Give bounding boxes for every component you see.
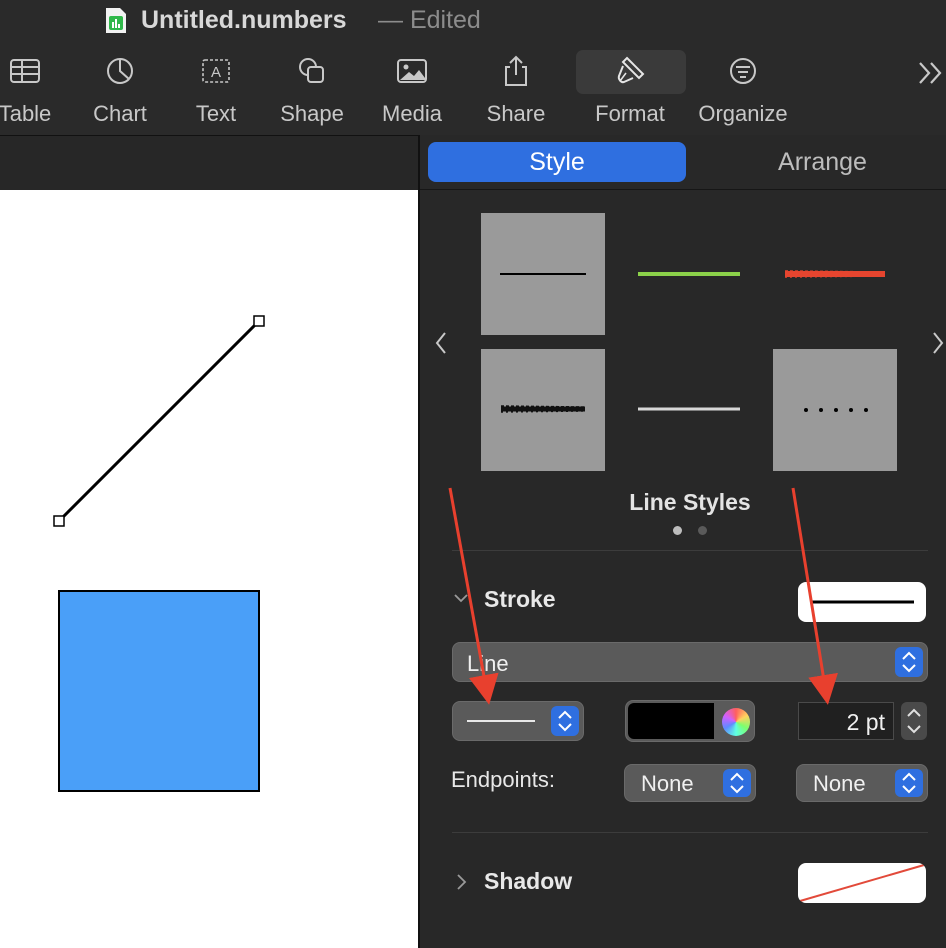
text-icon: A [202,59,230,83]
line-style-swatch-dotted[interactable] [773,349,897,471]
organize-icon [730,58,756,84]
color-wheel-icon[interactable] [722,708,750,736]
line-styles-title: Line Styles [629,489,751,515]
toolbar-chart-button[interactable]: Chart [84,48,156,130]
media-icon [397,59,427,83]
endpoint-end-value: None [813,771,866,796]
line-dash-style-popup[interactable] [452,701,584,741]
canvas-drawing [53,315,265,792]
document-status: — Edited [378,6,481,34]
document-title: Untitled.numbers [141,6,347,34]
popup-stepper [551,706,579,736]
endpoint-start-popup[interactable]: None [624,764,756,802]
section-divider [452,832,928,833]
line-style-swatch-white-solid[interactable] [627,349,751,471]
green-line-preview [638,272,740,276]
share-icon [505,55,527,86]
chevron-left-icon[interactable] [433,330,449,356]
svg-text:A: A [211,64,221,81]
format-brush-icon [617,56,645,84]
double-chevron-right-icon[interactable] [916,56,946,90]
popup-stepper [895,769,923,797]
selected-line-shape[interactable] [57,319,261,523]
up-down-chevron-icon [730,772,744,794]
toolbar-chart-label: Chart [93,101,147,126]
stroke-preview-button[interactable] [798,582,926,622]
page-dot[interactable] [698,526,707,535]
toolbar-organize-button[interactable]: Organize [694,48,792,130]
up-down-chevron-icon [907,708,921,734]
stroke-color-swatch[interactable] [628,703,714,739]
toolbar-share-label: Share [486,101,546,126]
stroke-color-well[interactable] [625,700,755,742]
up-down-chevron-icon [902,772,916,794]
line-style-swatch-black-solid[interactable] [481,213,605,335]
line-end-handle[interactable] [253,315,265,327]
toolbar-media-button[interactable]: Media [376,48,448,130]
chart-icon [107,58,133,84]
shadow-section-title: Shadow [484,868,573,894]
toolbar-organize-label: Organize [698,101,788,126]
popup-stepper [723,769,751,797]
toolbar-format-label: Format [595,101,665,126]
endpoints-label: Endpoints: [451,767,555,792]
chevron-down-icon[interactable] [453,590,469,606]
toolbar-media-label: Media [382,101,442,126]
stroke-width-stepper[interactable] [901,702,927,740]
popup-stepper [895,647,923,677]
tab-arrange[interactable]: Arrange [695,142,946,182]
canvas-header-bar [0,135,418,190]
shadow-preview-button[interactable] [798,863,926,903]
shape-icon [299,58,324,83]
toolbar: Untitled.numbers — Edited Table Chart A … [0,0,946,135]
stroke-type-popup[interactable]: Line [452,642,928,682]
sheet-canvas[interactable] [0,190,418,948]
toolbar-text-label: Text [195,101,237,126]
black-chalk-line-preview [500,405,586,413]
tabs-divider [420,189,946,190]
endpoint-end-popup[interactable]: None [796,764,928,802]
toolbar-shape-label: Shape [280,101,344,126]
white-solid-line-preview [638,407,740,411]
stroke-width-field[interactable]: 2 pt [798,702,894,740]
format-inspector: Style Arrange Line Styles Stroke Line 2 … [420,135,946,948]
toolbar-share-button[interactable]: Share [480,48,552,130]
solid-line-icon [467,720,535,722]
endpoint-start-value: None [641,771,694,796]
stroke-preview-line [810,600,914,604]
no-shadow-slash-icon [799,864,925,902]
toolbar-table-label: Table [0,101,52,126]
line-style-swatch-green[interactable] [627,213,751,335]
line-start-handle[interactable] [53,515,65,527]
section-divider [452,550,928,551]
table-icon [10,59,40,83]
up-down-chevron-icon [558,710,572,732]
stroke-type-value: Line [467,651,509,676]
black-solid-line-preview [500,273,586,275]
page-dot-active[interactable] [673,526,682,535]
dotted-line-preview [804,408,868,412]
red-chalk-line-preview [784,270,886,278]
toolbar-text-button[interactable]: A Text [184,48,248,130]
toolbar-table-button[interactable]: Table [0,48,60,130]
chevron-right-icon[interactable] [930,330,946,356]
stroke-width-value: 2 pt [846,709,885,735]
tab-style[interactable]: Style [428,142,686,182]
toolbar-shape-button[interactable]: Shape [274,48,350,130]
numbers-document-icon [106,8,126,33]
blue-square-shape[interactable] [58,590,260,792]
line-style-swatch-red-chalk[interactable] [773,213,897,335]
line-style-swatch-black-chalk[interactable] [481,349,605,471]
up-down-chevron-icon [902,651,916,673]
chevron-right-icon[interactable] [453,873,469,891]
toolbar-format-button[interactable]: Format [586,48,674,130]
stroke-section-title: Stroke [484,586,556,612]
